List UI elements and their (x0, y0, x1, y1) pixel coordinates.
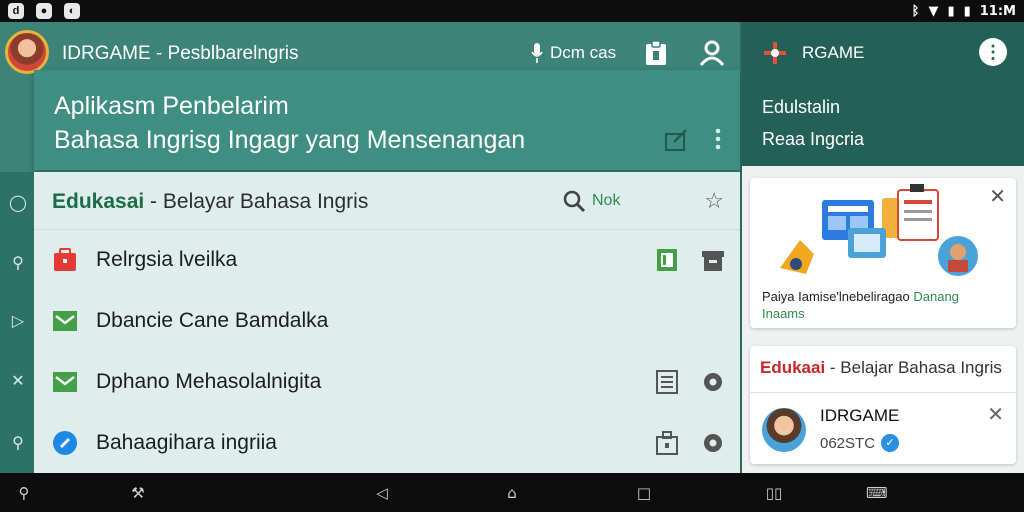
title-line-2: Bahasa Ingrisg Ingagr yang Mensenangan (54, 126, 526, 154)
document-icon[interactable] (654, 247, 680, 273)
close-icon[interactable]: ✕ (987, 402, 1004, 426)
status-notifications: d ● ◐ (8, 3, 80, 19)
keyboard-icon[interactable]: ⌨ (866, 483, 888, 503)
list-header: Edukasai - Belayar Bahasa Ingris Nok ☆ (34, 172, 740, 230)
tag-icon[interactable]: ▷ (9, 312, 27, 330)
bluetooth-icon: ᛒ (911, 3, 920, 19)
red-bag-icon (54, 248, 76, 271)
right-app-name: RGAME (802, 43, 865, 62)
list-item-label: Dbancie Cane Bamdalka (96, 309, 329, 332)
header-action-label: Dcm cas (550, 43, 617, 62)
notification-title-rest: - Belajar Bahasa Ingris (825, 358, 1002, 377)
app-logo-icon (764, 42, 786, 64)
recents-icon[interactable]: □ (634, 483, 654, 503)
signal-icon: ▮ (947, 3, 955, 19)
header-action[interactable]: Dcm cas (530, 42, 616, 64)
promo-illustration (780, 184, 978, 276)
status-time: 11:M (979, 3, 1016, 19)
list-item-label: Dphano Mehasolalnigita (96, 370, 322, 393)
settings-icon[interactable] (700, 369, 726, 395)
divider (750, 392, 1016, 393)
title-line-1: Aplikasm Penbelarim (54, 92, 289, 120)
notification-sender: IDRGAME (820, 406, 900, 425)
notification-card[interactable]: Edukaai - Belajar Bahasa Ingris IDRGAME … (750, 346, 1016, 464)
clipboard-icon (646, 40, 666, 65)
notification-brand: Edukaai (760, 358, 826, 377)
microphone-icon (531, 43, 543, 63)
notification-icon-a: d (8, 3, 24, 19)
blue-pin-icon (53, 431, 77, 455)
verified-icon: ✓ (881, 434, 900, 452)
star-icon[interactable]: ☆ (704, 189, 724, 214)
list-title-rest: - Belayar Bahasa Ingris (144, 190, 369, 213)
promo-text-main: Paiya Iamise'lnebeliragao (762, 289, 914, 304)
more-vertical-icon[interactable] (714, 127, 722, 151)
archive-icon[interactable] (700, 247, 726, 273)
right-panel-body: ✕ Paiya Iamise'lnebeliragao Danang Inaams… (742, 166, 1024, 473)
notes-icon[interactable] (654, 369, 680, 395)
avatar[interactable] (5, 30, 49, 74)
promo-card[interactable]: ✕ Paiya Iamise'lnebeliragao Danang Inaams (750, 178, 1016, 328)
notification-meta: 062STC ✓ (820, 434, 900, 452)
briefcase-icon[interactable] (654, 430, 680, 456)
status-system: ᛒ ▼ ▮ ▮ 11:M (912, 4, 1016, 19)
tools-icon[interactable]: ✕ (9, 372, 27, 390)
notification-title: Edukaai - Belajar Bahasa Ingris (760, 358, 1002, 378)
message-list: Edukasai - Belayar Bahasa Ingris Nok ☆ R… (34, 172, 740, 473)
list-title: Edukasai - Belayar Bahasa Ingris (52, 190, 368, 214)
notification-icon-c: ◐ (64, 3, 80, 19)
profile-button[interactable] (698, 39, 726, 67)
search-button[interactable]: Nok (562, 189, 620, 213)
status-bar: d ● ◐ ᛒ ▼ ▮ ▮ 11:M (0, 0, 1024, 22)
bubble-icon[interactable]: ◯ (9, 194, 27, 212)
list-title-brand: Edukasai (52, 190, 145, 213)
app-title: IDRGAME - Pesblbarelngris (62, 43, 299, 64)
more-options-button[interactable]: ⋮ (979, 38, 1007, 66)
location-icon[interactable]: ⚲ (9, 434, 27, 452)
system-nav-bar: ⚲ ⚒ ◁ ⌂ □ ▯▯ ⌨ (0, 473, 1024, 512)
notification-code: 062STC (820, 434, 876, 452)
battery-icon: ▮ (963, 3, 971, 19)
tool-nav-icon[interactable]: ⚒ (128, 483, 148, 503)
right-panel-header: RGAME ⋮ Edulstalin Reaa Ingcria (742, 22, 1024, 166)
list-item-label: Relrgsia lveilka (96, 248, 238, 271)
pin-nav-icon[interactable]: ⚲ (14, 483, 34, 503)
search-label: Nok (592, 192, 621, 209)
list-item[interactable]: Dphano Mehasolalnigita (34, 351, 740, 412)
wifi-icon: ▼ (928, 3, 939, 19)
back-icon[interactable]: ◁ (372, 483, 392, 503)
promo-text-highlight: Danang (913, 289, 959, 304)
title-card: Aplikasm Penbelarim Bahasa Ingrisg Ingag… (34, 70, 740, 170)
device-screen: d ● ◐ ᛒ ▼ ▮ ▮ 11:M ▭ ◯ ⚲ ▷ ✕ ⚲ IDRGAME -… (0, 0, 1024, 512)
right-line-1: Edulstalin (762, 97, 841, 117)
home-icon[interactable]: ⌂ (502, 483, 522, 503)
avatar (762, 408, 806, 452)
list-item[interactable]: Dbancie Cane Bamdalka (34, 290, 740, 351)
pin-icon[interactable]: ⚲ (9, 254, 27, 272)
green-mail-icon (53, 311, 77, 331)
promo-text-second-line: Inaams (762, 306, 805, 321)
promo-text: Paiya Iamise'lnebeliragao Danang Inaams (762, 288, 1002, 322)
list-item-label: Bahaagihara ingriia (96, 431, 277, 454)
list-item[interactable]: Relrgsia lveilka (34, 229, 740, 290)
search-icon (563, 190, 586, 213)
list-item[interactable]: Bahaagihara ingriia (34, 412, 740, 473)
green-mail-icon (53, 372, 77, 392)
notification-icon-b: ● (36, 3, 52, 19)
close-icon[interactable]: ✕ (989, 184, 1006, 208)
person-icon (699, 40, 725, 66)
title-card-actions (664, 126, 722, 152)
edit-box-icon[interactable] (664, 126, 690, 152)
split-icon[interactable]: ▯▯ (764, 483, 784, 503)
clipboard-button[interactable] (642, 39, 670, 67)
settings-icon[interactable] (700, 430, 726, 456)
right-line-2: Reaa Ingcria (762, 129, 865, 149)
